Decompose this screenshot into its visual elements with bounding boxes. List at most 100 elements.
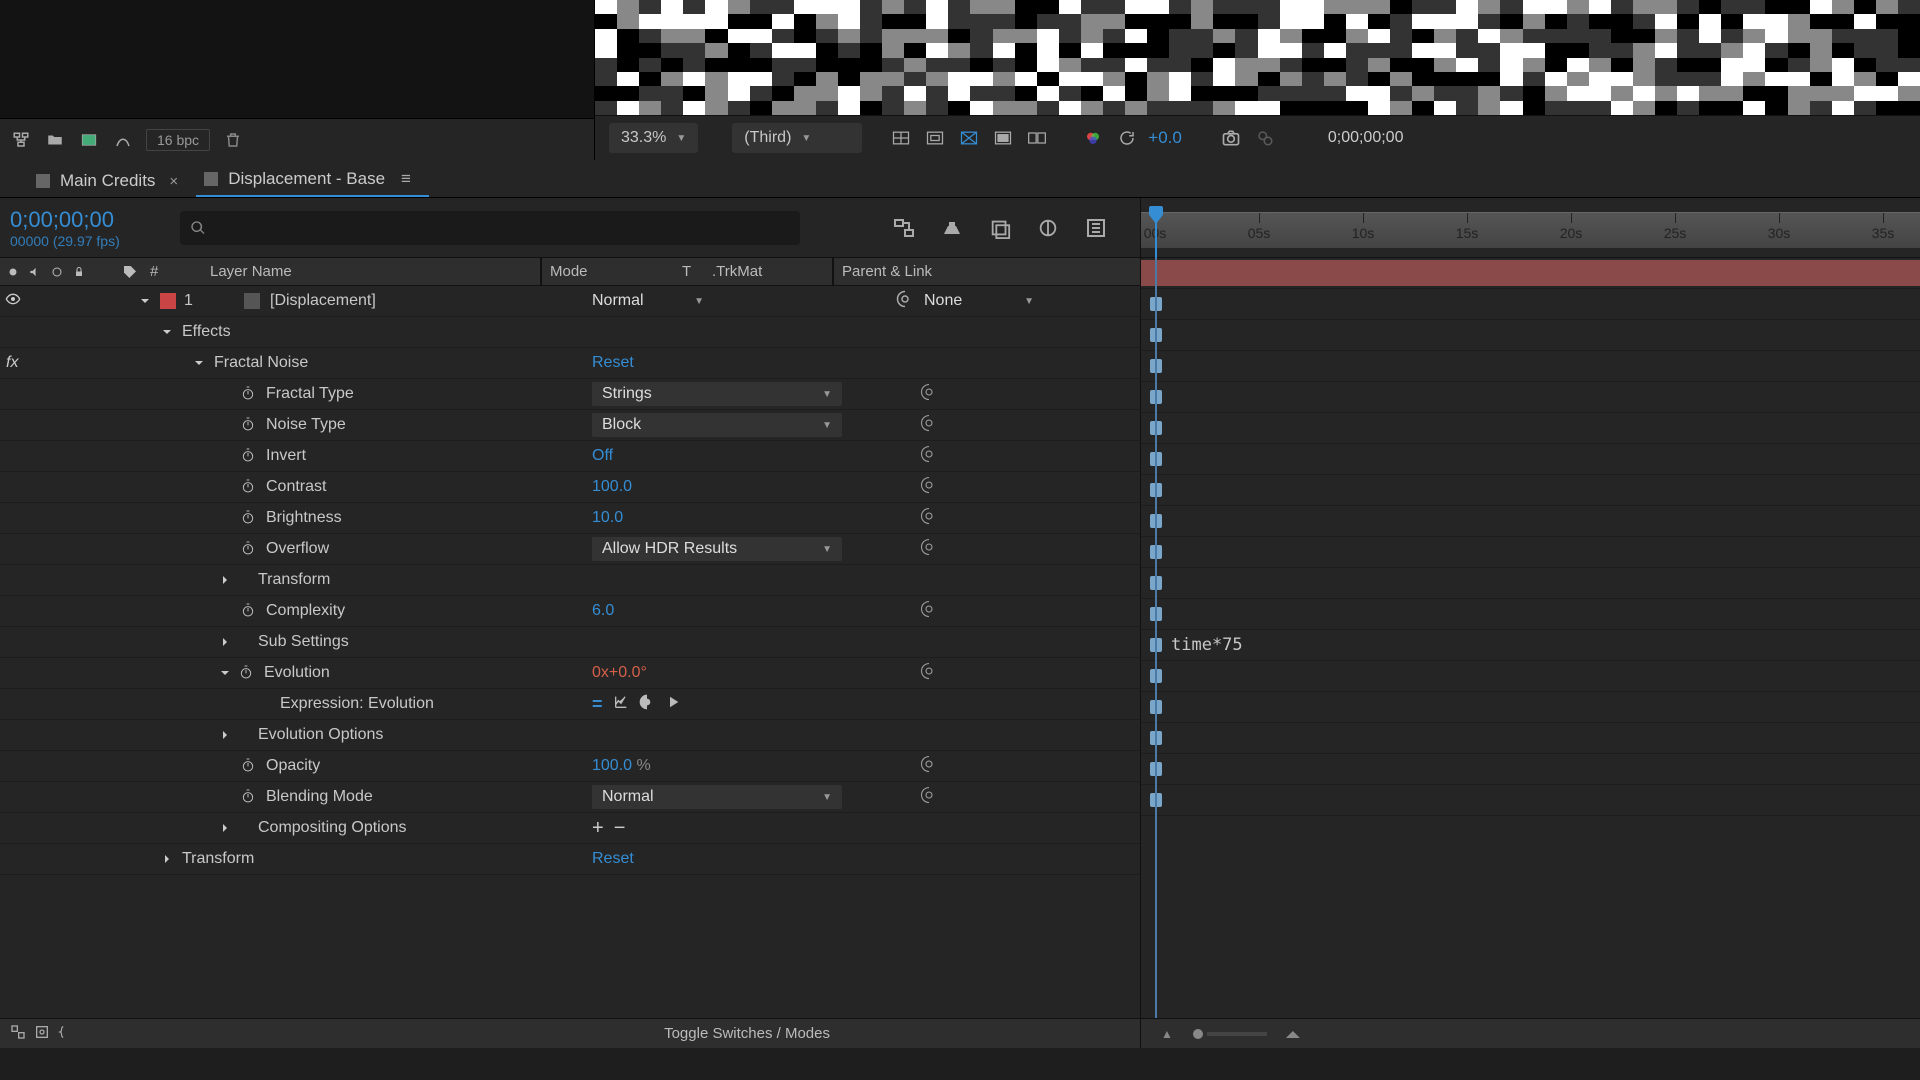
noise-type-dropdown[interactable]: Block▼: [592, 413, 842, 437]
layer-name[interactable]: [Displacement]: [270, 292, 376, 310]
stopwatch-icon[interactable]: [240, 385, 258, 403]
pickwhip-icon[interactable]: [920, 755, 938, 778]
invert-value[interactable]: Off: [592, 447, 613, 464]
shy-icon[interactable]: [986, 214, 1014, 242]
tab-menu-icon[interactable]: ≡: [401, 169, 411, 189]
safe-zones-icon[interactable]: [956, 127, 982, 149]
twirl-right-icon[interactable]: [218, 728, 232, 742]
evolution-degrees[interactable]: +0.0: [609, 664, 641, 681]
tab-displacement-base[interactable]: Displacement - Base ≡: [196, 163, 429, 197]
motion-blur-icon[interactable]: [1082, 214, 1110, 242]
evolution-turns[interactable]: 0: [592, 664, 601, 681]
label-col-icon[interactable]: [122, 264, 138, 280]
mask-toggle-icon[interactable]: [922, 127, 948, 149]
twirl-down-icon[interactable]: [192, 356, 206, 370]
current-time[interactable]: 0;00;00;00: [10, 207, 180, 233]
layer-duration-bar[interactable]: [1141, 260, 1920, 286]
folder-icon[interactable]: [44, 129, 66, 151]
reset-link[interactable]: Reset: [592, 354, 634, 371]
lock-col-icon[interactable]: [70, 266, 88, 278]
pickwhip-icon[interactable]: [920, 600, 938, 623]
stopwatch-icon[interactable]: [240, 447, 258, 465]
twirl-right-icon[interactable]: [218, 821, 232, 835]
playhead[interactable]: [1155, 206, 1157, 265]
zoom-dropdown[interactable]: 33.3%▼: [609, 123, 698, 153]
composition-preview[interactable]: [595, 0, 1920, 115]
draft3d-icon[interactable]: [938, 214, 966, 242]
stopwatch-icon[interactable]: [240, 757, 258, 775]
zoom-in-icon[interactable]: ▲: [1281, 1027, 1305, 1041]
prop-sub-settings[interactable]: Sub Settings: [0, 627, 1140, 658]
layer-row[interactable]: 1 [Displacement] Normal▼ None▼: [0, 286, 1140, 317]
expression-enable-icon[interactable]: =: [592, 694, 603, 715]
preview-timecode[interactable]: 0;00;00;00: [1314, 129, 1404, 147]
twirl-down-icon[interactable]: [138, 294, 152, 308]
channel-icon[interactable]: [990, 127, 1016, 149]
stopwatch-icon[interactable]: [240, 509, 258, 527]
stopwatch-icon[interactable]: [240, 416, 258, 434]
remove-icon[interactable]: −: [614, 817, 626, 840]
grid-icon[interactable]: [1024, 127, 1050, 149]
new-comp-icon[interactable]: [78, 129, 100, 151]
label-color[interactable]: [160, 293, 176, 309]
tab-main-credits[interactable]: Main Credits ×: [28, 165, 196, 197]
pickwhip-icon[interactable]: [920, 476, 938, 499]
stopwatch-icon[interactable]: [240, 540, 258, 558]
pickwhip-icon[interactable]: [920, 414, 938, 437]
stopwatch-icon[interactable]: [240, 788, 258, 806]
transparency-grid-icon[interactable]: [888, 127, 914, 149]
expression-graph-icon[interactable]: [613, 694, 629, 715]
twirl-down-icon[interactable]: [218, 666, 232, 680]
expression-language-icon[interactable]: [665, 694, 681, 715]
stopwatch-icon[interactable]: [240, 478, 258, 496]
trash-icon[interactable]: [222, 129, 244, 151]
time-ruler[interactable]: 00s05s10s15s20s25s30s35s: [1141, 198, 1920, 258]
transform-group[interactable]: Transform Reset: [0, 844, 1140, 875]
zoom-slider[interactable]: [1193, 1029, 1203, 1039]
brightness-value[interactable]: 10.0: [592, 509, 623, 526]
twirl-right-icon[interactable]: [218, 573, 232, 587]
twirl-down-icon[interactable]: [160, 325, 174, 339]
parent-dropdown[interactable]: None▼: [924, 292, 1064, 310]
render-queue-icon[interactable]: [34, 1024, 50, 1044]
effects-group[interactable]: Effects: [0, 317, 1140, 348]
flowchart-icon[interactable]: [10, 129, 32, 151]
effect-fractal-noise[interactable]: fx Fractal Noise Reset: [0, 348, 1140, 379]
frame-blend-icon[interactable]: [1034, 214, 1062, 242]
snapshot-icon[interactable]: [1218, 127, 1244, 149]
pickwhip-icon[interactable]: [920, 662, 938, 685]
add-icon[interactable]: +: [592, 817, 604, 840]
audio-col-icon[interactable]: [26, 265, 44, 279]
stopwatch-icon[interactable]: [238, 664, 256, 682]
blend-mode-dropdown[interactable]: Normal▼: [592, 292, 734, 310]
blending-mode-dropdown[interactable]: Normal▼: [592, 785, 842, 809]
twirl-right-icon[interactable]: [160, 852, 174, 866]
comp-mini-flowchart-icon[interactable]: [890, 214, 918, 242]
visibility-toggle[interactable]: [4, 291, 22, 312]
close-icon[interactable]: ×: [169, 173, 178, 190]
prop-evolution-options[interactable]: Evolution Options: [0, 720, 1140, 751]
playhead-line[interactable]: [1155, 258, 1157, 1018]
pickwhip-icon[interactable]: [896, 290, 914, 313]
resolution-dropdown[interactable]: (Third)▼: [732, 123, 862, 153]
stopwatch-icon[interactable]: [240, 602, 258, 620]
opacity-value[interactable]: 100.0: [592, 757, 632, 774]
solo-col-icon[interactable]: [48, 266, 66, 278]
bpc-toggle[interactable]: 16 bpc: [146, 129, 210, 151]
zoom-out-icon[interactable]: ▲: [1161, 1027, 1173, 1041]
reset-exposure-icon[interactable]: [1114, 127, 1140, 149]
fractal-type-dropdown[interactable]: Strings▼: [592, 382, 842, 406]
toggle-switches-modes[interactable]: Toggle Switches / Modes: [664, 1025, 830, 1042]
exposure-value[interactable]: +0.0: [1148, 128, 1182, 148]
layer-search-input[interactable]: [180, 211, 800, 245]
prop-compositing-options[interactable]: Compositing Options + −: [0, 813, 1140, 844]
toggle-switches-icon[interactable]: [10, 1024, 26, 1044]
pickwhip-icon[interactable]: [920, 786, 938, 809]
expression-pickwhip-icon[interactable]: [639, 694, 655, 715]
color-mgmt-icon[interactable]: [1080, 127, 1106, 149]
overflow-dropdown[interactable]: Allow HDR Results▼: [592, 537, 842, 561]
expression-field[interactable]: time*75: [1171, 635, 1243, 655]
pickwhip-icon[interactable]: [920, 383, 938, 406]
adjustment-icon[interactable]: [112, 129, 134, 151]
pickwhip-icon[interactable]: [920, 445, 938, 468]
